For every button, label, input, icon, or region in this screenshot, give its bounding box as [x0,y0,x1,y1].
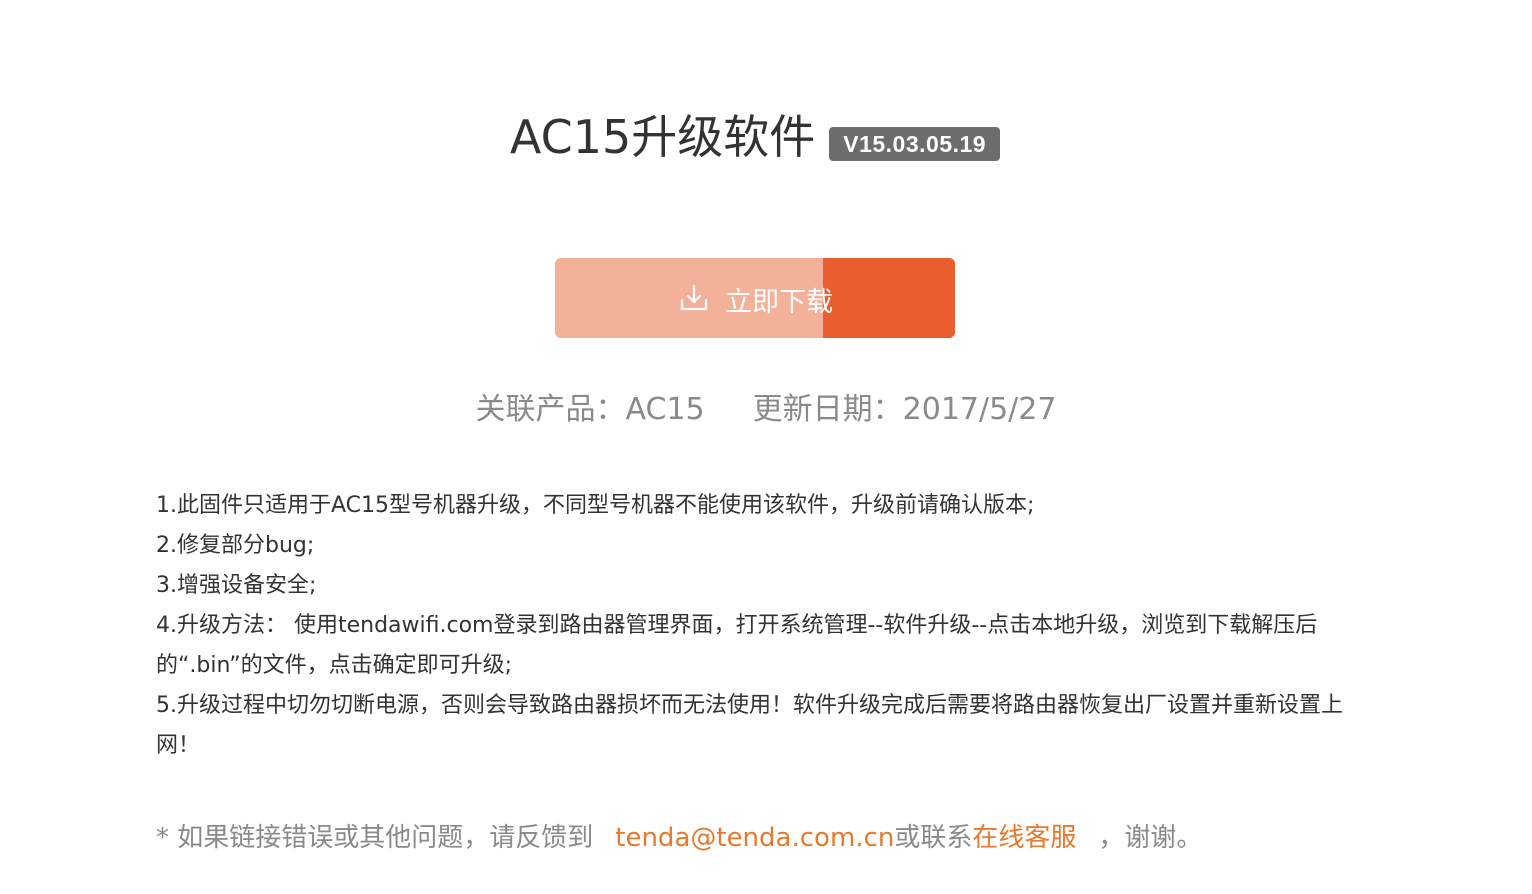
title-row: AC15升级软件 V15.03.05.19 [0,104,1532,170]
note-item: 5.升级过程中切勿切断电源，否则会导致路由器损坏而无法使用！软件升级完成后需要将… [156,693,1343,758]
online-service-link[interactable]: 在线客服 [972,823,1076,853]
meta-row: 关联产品：AC15 更新日期：2017/5/27 [0,388,1532,432]
note-item: 2.修复部分bug; [156,533,315,558]
note-item: 1.此固件只适用于AC15型号机器升级，不同型号机器不能使用该软件，升级前请确认… [156,493,1035,518]
release-notes: 1.此固件只适用于AC15型号机器升级，不同型号机器不能使用该软件，升级前请确认… [156,486,1356,766]
version-badge: V15.03.05.19 [829,127,1001,161]
related-product: 关联产品：AC15 [475,392,705,427]
download-button[interactable]: 立即下载 [555,258,955,338]
support-email-link[interactable]: tenda@tenda.com.cn [615,823,894,853]
update-date: 更新日期：2017/5/27 [752,392,1057,427]
download-button-content: 立即下载 [555,258,955,338]
feedback-footer: * 如果链接错误或其他问题，请反馈到 tenda@tenda.com.cn或联系在… [156,816,1456,860]
footer-middle: 或联系 [894,823,973,853]
download-icon [680,284,708,311]
download-button-label: 立即下载 [725,286,833,318]
note-item: 3.增强设备安全; [156,573,317,598]
footer-prefix: * 如果链接错误或其他问题，请反馈到 [156,823,594,853]
page-title: AC15升级软件 [509,110,816,164]
note-item: 4.升级方法： 使用tendawifi.com登录到路由器管理界面，打开系统管理… [156,613,1318,678]
footer-suffix: ，谢谢。 [1098,823,1203,853]
